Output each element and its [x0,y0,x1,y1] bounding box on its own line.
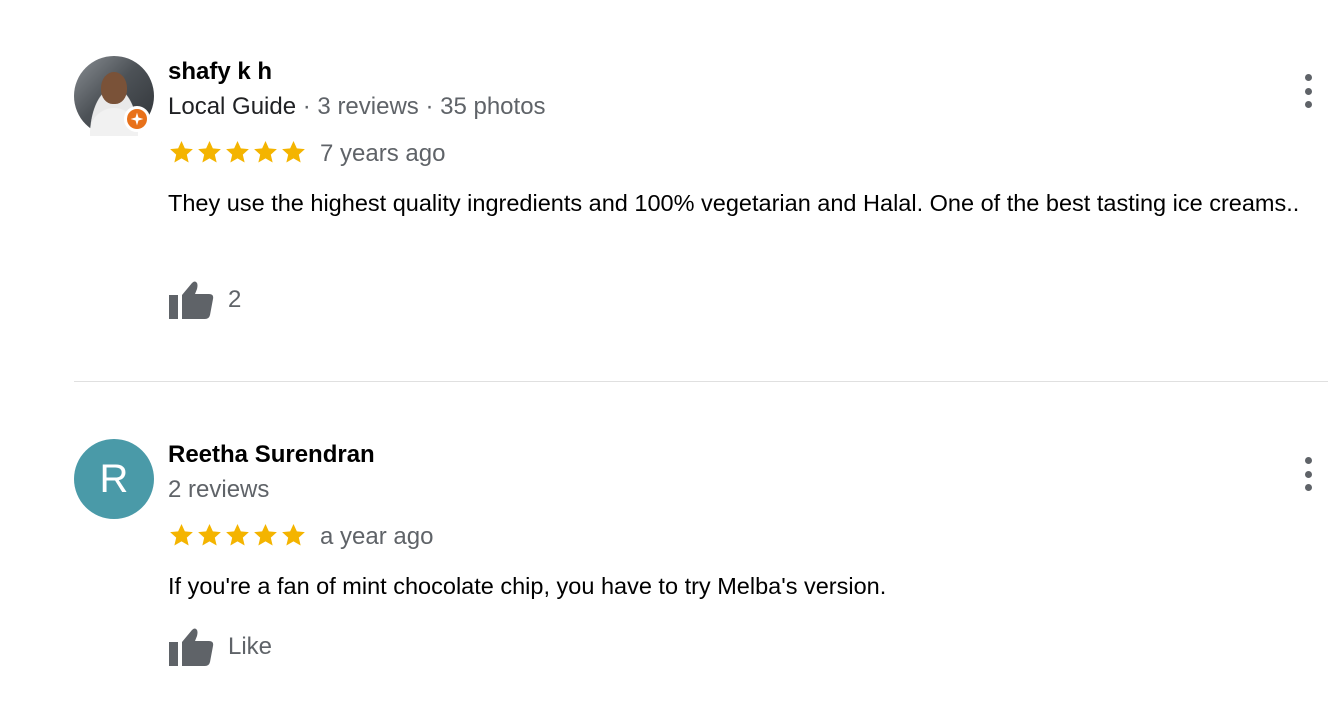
star-rating [168,139,307,165]
menu-dot [1304,470,1312,478]
star-icon [254,140,277,163]
reviewer-meta[interactable]: Local Guide · 3 reviews · 35 photos [168,93,546,121]
review-divider [74,381,1328,382]
star-icon [170,523,193,546]
review-text: If you're a fan of mint chocolate chip, … [168,573,887,599]
more-vert-icon[interactable] [1296,74,1320,108]
menu-dot [1304,457,1312,464]
like-button[interactable]: 2 [168,280,241,320]
like-label: Like [228,633,273,660]
star-icon [198,140,221,163]
star-rating [168,522,307,548]
menu-dot [1304,101,1312,108]
star-icon [254,523,277,546]
meta-separator: · [418,93,441,120]
thumbs-up-icon [169,628,214,666]
review-count: 3 reviews [317,93,419,120]
photo-count: 35 photos [440,93,546,120]
review-text: They use the highest quality ingredients… [168,190,1300,216]
star-icon [170,140,193,163]
avatar-photo-face [101,72,127,104]
menu-dot [1304,87,1312,95]
local-guide-label: Local Guide [168,93,297,120]
meta-separator: · [296,93,318,120]
like-button[interactable]: Like [168,627,272,667]
reviewer-avatar[interactable]: R [74,439,154,519]
reviewer-avatar[interactable] [74,56,154,136]
star-icon [282,523,305,546]
thumbs-up-icon [169,281,214,319]
review-time: 7 years ago [320,140,446,167]
star-icon [282,140,305,163]
star-icon [198,523,221,546]
like-count: 2 [228,286,242,313]
menu-dot [1304,484,1312,491]
review-time: a year ago [320,523,434,550]
avatar-letter: R [99,456,129,501]
local-guide-star-icon [130,112,144,126]
reviewer-meta[interactable]: 2 reviews [168,476,269,504]
local-guide-badge-icon [124,106,150,132]
more-vert-icon[interactable] [1296,457,1320,491]
star-icon [226,523,249,546]
reviewer-name[interactable]: shafy k h [168,58,272,86]
star-icon [226,140,249,163]
menu-dot [1304,74,1312,81]
reviewer-name[interactable]: Reetha Surendran [168,441,375,469]
review-count: 2 reviews [168,476,270,503]
